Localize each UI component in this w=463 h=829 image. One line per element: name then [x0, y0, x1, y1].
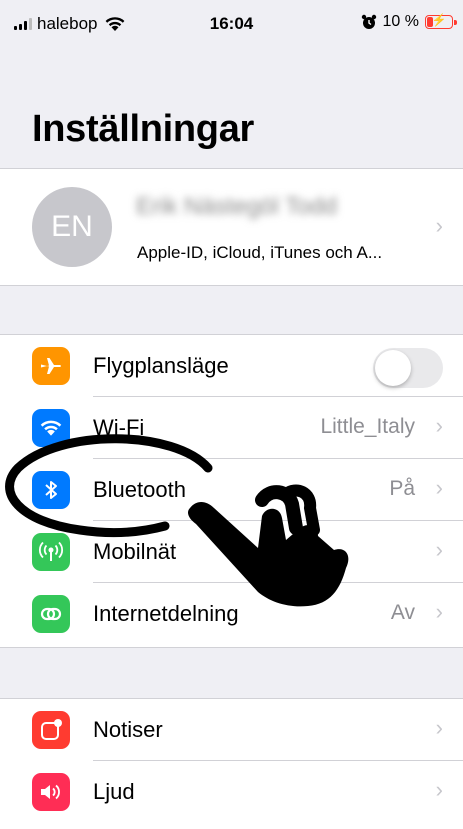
wifi-network-value: Little_Italy	[320, 415, 415, 438]
settings-row-sounds[interactable]: Ljud ›	[0, 761, 463, 823]
speaker-icon	[32, 773, 70, 811]
page-title: Inställningar	[32, 108, 255, 150]
chevron-right-icon: ›	[435, 537, 443, 562]
settings-row-bluetooth[interactable]: Bluetooth På ›	[0, 459, 463, 521]
battery-icon: ⚡	[425, 13, 457, 29]
alarm-icon	[361, 14, 376, 29]
settings-row-wifi[interactable]: Wi-Fi Little_Italy ›	[0, 397, 463, 459]
personal-hotspot-label: Internetdelning	[93, 601, 239, 626]
chevron-right-icon: ›	[435, 777, 443, 802]
chevron-right-icon: ›	[435, 213, 443, 238]
apple-id-profile-row[interactable]: EN Erik Nästegöl Todd Apple-ID, iCloud, …	[0, 168, 463, 286]
bluetooth-label: Bluetooth	[93, 477, 186, 502]
notifications-label: Notiser	[93, 717, 163, 742]
wifi-icon	[32, 409, 70, 447]
chevron-right-icon: ›	[435, 413, 443, 438]
cellular-label: Mobilnät	[93, 539, 177, 564]
airplane-mode-label: Flygplansläge	[93, 353, 229, 378]
chevron-right-icon: ›	[435, 715, 443, 740]
settings-row-personal-hotspot[interactable]: Internetdelning Av ›	[0, 583, 463, 645]
notifications-icon	[32, 711, 70, 749]
bluetooth-icon	[32, 471, 70, 509]
status-bar: halebop 16:04 10 % ⚡	[0, 0, 463, 50]
sounds-label: Ljud	[93, 779, 135, 804]
airplane-icon	[32, 347, 70, 385]
chevron-right-icon: ›	[435, 475, 443, 500]
battery-percentage: 10 %	[382, 13, 419, 30]
hotspot-icon	[32, 595, 70, 633]
cellular-antenna-icon	[32, 533, 70, 571]
wifi-label: Wi-Fi	[93, 415, 145, 440]
profile-name: Erik Nästegöl Todd	[136, 193, 337, 220]
profile-subtitle: Apple-ID, iCloud, iTunes och A...	[137, 243, 383, 262]
personal-hotspot-value: Av	[390, 601, 415, 624]
airplane-mode-toggle[interactable]	[373, 348, 443, 388]
settings-row-airplane-mode[interactable]: Flygplansläge	[0, 335, 463, 397]
notification-settings-group: Notiser › Ljud ›	[0, 698, 463, 829]
settings-row-notifications[interactable]: Notiser ›	[0, 699, 463, 761]
settings-row-cellular[interactable]: Mobilnät ›	[0, 521, 463, 583]
connectivity-settings-group: Flygplansläge Wi-Fi Little_Italy › Bluet…	[0, 334, 463, 648]
bluetooth-status-value: På	[389, 477, 415, 500]
chevron-right-icon: ›	[435, 599, 443, 624]
avatar: EN	[32, 187, 112, 267]
